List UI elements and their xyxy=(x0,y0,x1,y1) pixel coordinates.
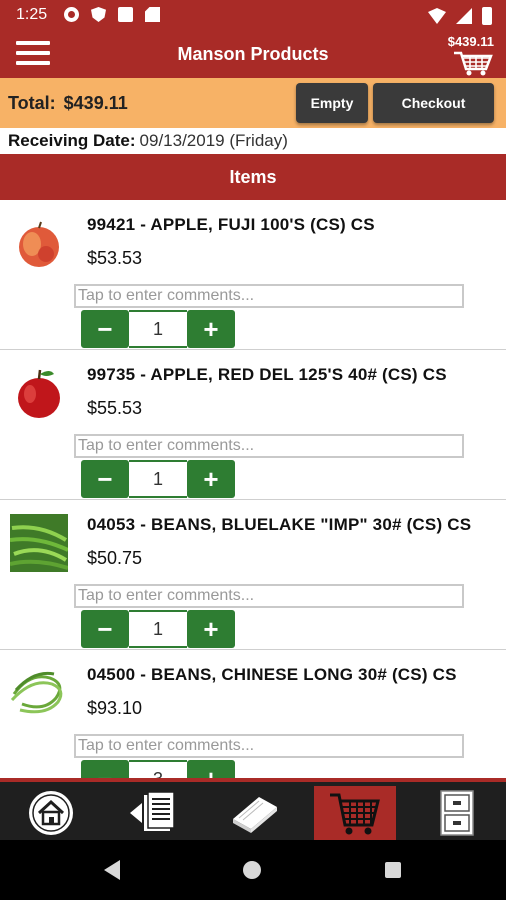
empty-button[interactable]: Empty xyxy=(296,83,368,123)
item-name: 99735 - APPLE, RED DEL 125'S 40# (CS) CS xyxy=(87,365,447,384)
tab-cart[interactable] xyxy=(314,786,396,840)
header-cart-total: $439.11 xyxy=(447,34,494,49)
bottom-tab-bar xyxy=(0,778,506,840)
order-list-icon xyxy=(130,791,175,831)
increase-quantity-button[interactable]: + xyxy=(187,610,235,648)
battery-icon xyxy=(482,7,492,25)
signal-icon xyxy=(456,8,472,24)
red-delicious-apple-image xyxy=(18,369,60,418)
tab-home[interactable] xyxy=(10,786,92,840)
total-value: $439.11 xyxy=(63,93,128,113)
shopping-cart-icon xyxy=(330,793,380,835)
increase-quantity-button[interactable]: + xyxy=(187,460,235,498)
wifi-icon xyxy=(428,8,446,24)
comment-input[interactable] xyxy=(74,734,464,758)
quantity-stepper: − 3 + xyxy=(81,760,235,778)
long-beans-image xyxy=(10,671,63,714)
receiving-date-value: 09/13/2019 (Friday) xyxy=(139,131,288,150)
file-cabinet-icon xyxy=(440,790,474,836)
quantity-stepper: − 1 + xyxy=(81,610,235,648)
item-price: $50.75 xyxy=(87,548,143,568)
status-right-icons xyxy=(428,7,492,25)
total-label: Total: xyxy=(8,93,56,113)
recent-apps-icon[interactable] xyxy=(385,862,401,878)
comment-input[interactable] xyxy=(74,584,464,608)
total-bar: Total: $439.11 Empty Checkout xyxy=(0,78,506,128)
list-item: 99735 - APPLE, RED DEL 125'S 40# (CS) CS… xyxy=(0,350,506,500)
item-price: $55.53 xyxy=(87,398,143,418)
receiving-date-label: Receiving Date: xyxy=(8,131,136,150)
android-nav-bar xyxy=(0,840,506,900)
total-display: Total: $439.11 xyxy=(8,93,128,114)
quantity-stepper: − 1 + xyxy=(81,460,235,498)
item-price: $53.53 xyxy=(87,248,143,268)
item-list[interactable]: 99421 - APPLE, FUJI 100'S (CS) CS $53.53… xyxy=(0,200,506,778)
quantity-value[interactable]: 1 xyxy=(129,610,187,648)
items-header: Items xyxy=(0,154,506,200)
item-name: 04500 - BEANS, CHINESE LONG 30# (CS) CS xyxy=(87,665,457,684)
increase-quantity-button[interactable]: + xyxy=(187,310,235,348)
shield-icon xyxy=(91,7,106,22)
decrease-quantity-button[interactable]: − xyxy=(81,610,129,648)
catalog-book-icon xyxy=(233,797,277,833)
comment-input[interactable] xyxy=(74,434,464,458)
quantity-value[interactable]: 1 xyxy=(129,460,187,498)
quantity-value[interactable]: 1 xyxy=(129,310,187,348)
quantity-stepper: − 1 + xyxy=(81,310,235,348)
status-time: 1:25 xyxy=(16,6,48,23)
back-icon[interactable] xyxy=(104,860,120,880)
decrease-quantity-button[interactable]: − xyxy=(81,760,129,778)
decrease-quantity-button[interactable]: − xyxy=(81,460,129,498)
checkout-button[interactable]: Checkout xyxy=(373,83,494,123)
list-item: 04500 - BEANS, CHINESE LONG 30# (CS) CS … xyxy=(0,650,506,778)
tab-orders[interactable] xyxy=(112,786,194,840)
status-left-icons xyxy=(64,7,160,22)
item-name: 04053 - BEANS, BLUELAKE "IMP" 30# (CS) C… xyxy=(87,515,472,534)
home-circle-icon[interactable] xyxy=(243,861,261,879)
comment-input[interactable] xyxy=(74,284,464,308)
tab-catalog[interactable] xyxy=(214,786,296,840)
status-bar: 1:25 xyxy=(0,0,506,32)
shopping-cart-icon[interactable] xyxy=(452,50,494,76)
item-price: $93.10 xyxy=(87,698,143,718)
receiving-date: Receiving Date: 09/13/2019 (Friday) xyxy=(8,131,288,151)
green-beans-image xyxy=(10,514,68,572)
home-icon xyxy=(29,791,73,835)
fuji-apple-image xyxy=(19,221,59,267)
item-name: 99421 - APPLE, FUJI 100'S (CS) CS xyxy=(87,215,375,234)
increase-quantity-button[interactable]: + xyxy=(187,760,235,778)
list-item: 04053 - BEANS, BLUELAKE "IMP" 30# (CS) C… xyxy=(0,500,506,650)
tab-files[interactable] xyxy=(416,786,498,840)
list-item: 99421 - APPLE, FUJI 100'S (CS) CS $53.53… xyxy=(0,200,506,350)
decrease-quantity-button[interactable]: − xyxy=(81,310,129,348)
gear-icon xyxy=(64,7,79,22)
quantity-value[interactable]: 3 xyxy=(129,760,187,778)
app-title: Manson Products xyxy=(177,44,329,64)
app-bar: Manson Products $439.11 xyxy=(0,32,506,78)
sd-card-icon xyxy=(145,7,160,22)
a-icon xyxy=(118,7,133,22)
